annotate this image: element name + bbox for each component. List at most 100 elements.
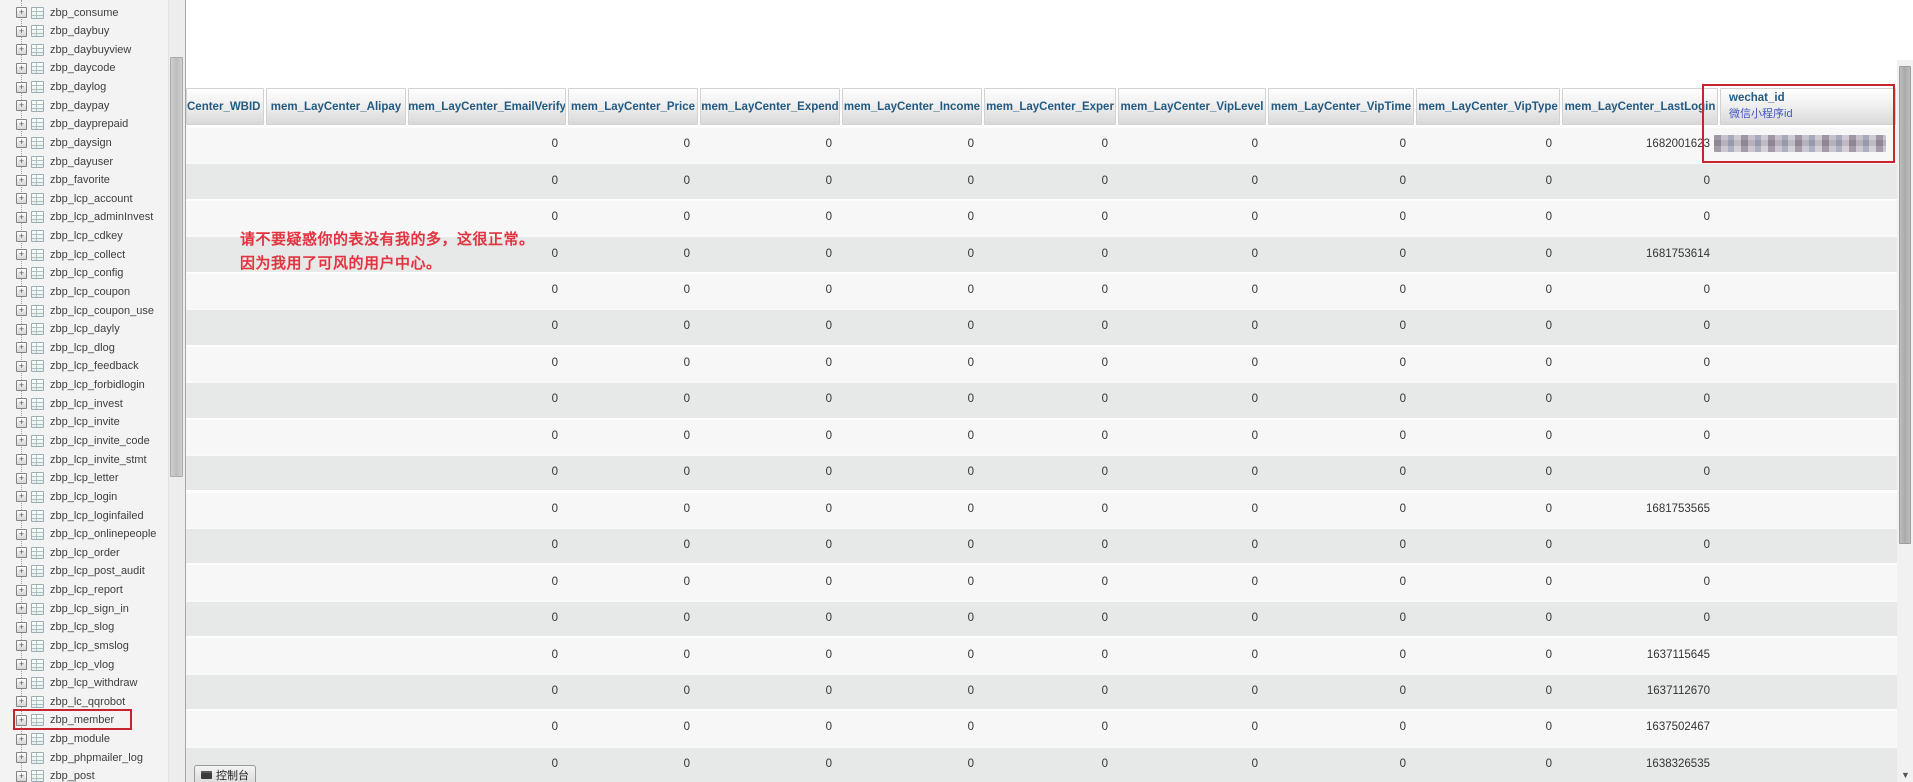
expand-icon[interactable]: [16, 26, 27, 37]
expand-icon[interactable]: [16, 361, 27, 372]
table-cell: 0: [700, 563, 840, 599]
sidebar-item-zbp_lcp_post_audit[interactable]: zbp_lcp_post_audit: [0, 562, 168, 581]
expand-icon[interactable]: [16, 473, 27, 484]
sidebar-item-zbp_lcp_adminInvest[interactable]: zbp_lcp_adminInvest: [0, 208, 168, 227]
expand-icon[interactable]: [16, 82, 27, 93]
expand-icon[interactable]: [16, 435, 27, 446]
expand-icon[interactable]: [16, 417, 27, 428]
sidebar-item-zbp_lcp_forbidlogin[interactable]: zbp_lcp_forbidlogin: [0, 376, 168, 395]
sidebar-item-zbp_lcp_onlinepeople[interactable]: zbp_lcp_onlinepeople: [0, 525, 168, 544]
expand-icon[interactable]: [16, 659, 27, 670]
sidebar-item-zbp_daypay[interactable]: zbp_daypay: [0, 96, 168, 115]
expand-icon[interactable]: [16, 249, 27, 260]
column-header-mem_LayCenter_VipTime[interactable]: mem_LayCenter_VipTime: [1268, 88, 1414, 125]
column-header-mem_LayCenter_VipType[interactable]: mem_LayCenter_VipType: [1416, 88, 1560, 125]
expand-icon[interactable]: [16, 734, 27, 745]
column-header-mem_LayCenter_Expend[interactable]: mem_LayCenter_Expend: [700, 88, 840, 125]
sidebar-item-zbp_lcp_collect[interactable]: zbp_lcp_collect: [0, 245, 168, 264]
sidebar-item-zbp_phpmailer_log[interactable]: zbp_phpmailer_log: [0, 748, 168, 767]
sidebar-item-zbp_lcp_invite_code[interactable]: zbp_lcp_invite_code: [0, 431, 168, 450]
sidebar-item-zbp_daycode[interactable]: zbp_daycode: [0, 59, 168, 78]
expand-icon[interactable]: [16, 454, 27, 465]
sidebar-item-zbp_post[interactable]: zbp_post: [0, 767, 168, 782]
expand-icon[interactable]: [16, 137, 27, 148]
expand-icon[interactable]: [16, 286, 27, 297]
expand-icon[interactable]: [16, 491, 27, 502]
sidebar-item-zbp_lcp_cdkey[interactable]: zbp_lcp_cdkey: [0, 227, 168, 246]
sidebar-item-zbp_lcp_report[interactable]: zbp_lcp_report: [0, 581, 168, 600]
column-header-mem_LayCenter_Exper[interactable]: mem_LayCenter_Exper: [984, 88, 1116, 125]
sidebar-item-zbp_lcp_config[interactable]: zbp_lcp_config: [0, 264, 168, 283]
expand-icon[interactable]: [16, 585, 27, 596]
sidebar-item-zbp_lcp_dlog[interactable]: zbp_lcp_dlog: [0, 338, 168, 357]
expand-icon[interactable]: [16, 603, 27, 614]
expand-icon[interactable]: [16, 547, 27, 558]
expand-icon[interactable]: [16, 529, 27, 540]
sidebar-item-zbp_lcp_invest[interactable]: zbp_lcp_invest: [0, 394, 168, 413]
expand-icon[interactable]: [16, 342, 27, 353]
sidebar-scrollbar-thumb[interactable]: [170, 57, 183, 477]
expand-icon[interactable]: [16, 380, 27, 391]
expand-icon[interactable]: [16, 100, 27, 111]
sidebar-item-zbp_lcp_vlog[interactable]: zbp_lcp_vlog: [0, 655, 168, 674]
sidebar-item-zbp_consume[interactable]: zbp_consume: [0, 3, 168, 22]
expand-icon[interactable]: [16, 324, 27, 335]
table-cell: 0: [1416, 199, 1560, 235]
sidebar-item-zbp_module[interactable]: zbp_module: [0, 730, 168, 749]
table-cell: 0: [1268, 746, 1414, 782]
console-button[interactable]: 控制台: [194, 765, 256, 782]
sidebar-item-zbp_lcp_account[interactable]: zbp_lcp_account: [0, 189, 168, 208]
sidebar-item-zbp_lcp_sign_in[interactable]: zbp_lcp_sign_in: [0, 599, 168, 618]
sidebar-item-zbp_daylog[interactable]: zbp_daylog: [0, 78, 168, 97]
column-header-mem_LayCenter_Alipay[interactable]: mem_LayCenter_Alipay: [266, 88, 406, 125]
expand-icon[interactable]: [16, 510, 27, 521]
sidebar-item-zbp_dayuser[interactable]: zbp_dayuser: [0, 152, 168, 171]
sidebar-item-zbp_lcp_coupon_use[interactable]: zbp_lcp_coupon_use: [0, 301, 168, 320]
main-scrollbar-thumb[interactable]: [1899, 66, 1911, 544]
expand-icon[interactable]: [16, 752, 27, 763]
expand-icon[interactable]: [16, 771, 27, 782]
sidebar-item-zbp_lcp_invite_stmt[interactable]: zbp_lcp_invite_stmt: [0, 450, 168, 469]
expand-icon[interactable]: [16, 398, 27, 409]
column-header-mem_LayCenter_LastLogin[interactable]: mem_LayCenter_LastLogin: [1562, 88, 1718, 125]
column-header-mem_LayCenter_Price[interactable]: mem_LayCenter_Price: [568, 88, 698, 125]
expand-icon[interactable]: [16, 44, 27, 55]
sidebar-item-zbp_lcp_dayly[interactable]: zbp_lcp_dayly: [0, 320, 168, 339]
expand-icon[interactable]: [16, 696, 27, 707]
sidebar-item-zbp_daybuy[interactable]: zbp_daybuy: [0, 22, 168, 41]
expand-icon[interactable]: [16, 640, 27, 651]
expand-icon[interactable]: [16, 119, 27, 130]
sidebar-item-zbp_lcp_order[interactable]: zbp_lcp_order: [0, 543, 168, 562]
scroll-down-arrow-icon[interactable]: ▼: [1899, 769, 1912, 781]
sidebar-item-zbp_lcp_coupon[interactable]: zbp_lcp_coupon: [0, 282, 168, 301]
expand-icon[interactable]: [16, 566, 27, 577]
expand-icon[interactable]: [16, 231, 27, 242]
sidebar-item-zbp_favorite[interactable]: zbp_favorite: [0, 171, 168, 190]
sidebar-item-zbp_daybuyview[interactable]: zbp_daybuyview: [0, 40, 168, 59]
expand-icon[interactable]: [16, 193, 27, 204]
sidebar-item-zbp_lcp_loginfailed[interactable]: zbp_lcp_loginfailed: [0, 506, 168, 525]
column-header-mem_LayCenter_Income[interactable]: mem_LayCenter_Income: [842, 88, 982, 125]
sidebar-item-zbp_lcp_feedback[interactable]: zbp_lcp_feedback: [0, 357, 168, 376]
expand-icon[interactable]: [16, 212, 27, 223]
expand-icon[interactable]: [16, 268, 27, 279]
sidebar-item-zbp_lcp_letter[interactable]: zbp_lcp_letter: [0, 469, 168, 488]
sidebar-item-zbp_lcp_withdraw[interactable]: zbp_lcp_withdraw: [0, 674, 168, 693]
sidebar-item-zbp_lcp_login[interactable]: zbp_lcp_login: [0, 487, 168, 506]
expand-icon[interactable]: [16, 305, 27, 316]
expand-icon[interactable]: [16, 622, 27, 633]
expand-icon[interactable]: [16, 63, 27, 74]
sidebar-item-zbp_lcp_invite[interactable]: zbp_lcp_invite: [0, 413, 168, 432]
expand-icon[interactable]: [16, 156, 27, 167]
column-header-Center_WBID[interactable]: Center_WBID: [186, 88, 264, 125]
column-header-mem_LayCenter_EmailVerify[interactable]: mem_LayCenter_EmailVerify: [408, 88, 566, 125]
sidebar-item-zbp_dayprepaid[interactable]: zbp_dayprepaid: [0, 115, 168, 134]
sidebar-item-zbp_lcp_smslog[interactable]: zbp_lcp_smslog: [0, 636, 168, 655]
expand-icon[interactable]: [16, 175, 27, 186]
column-header-mem_LayCenter_VipLevel[interactable]: mem_LayCenter_VipLevel: [1118, 88, 1266, 125]
sidebar-item-zbp_lcp_slog[interactable]: zbp_lcp_slog: [0, 618, 168, 637]
sidebar-item-label: zbp_lcp_feedback: [50, 360, 139, 372]
sidebar-item-zbp_daysign[interactable]: zbp_daysign: [0, 133, 168, 152]
expand-icon[interactable]: [16, 7, 27, 18]
expand-icon[interactable]: [16, 678, 27, 689]
